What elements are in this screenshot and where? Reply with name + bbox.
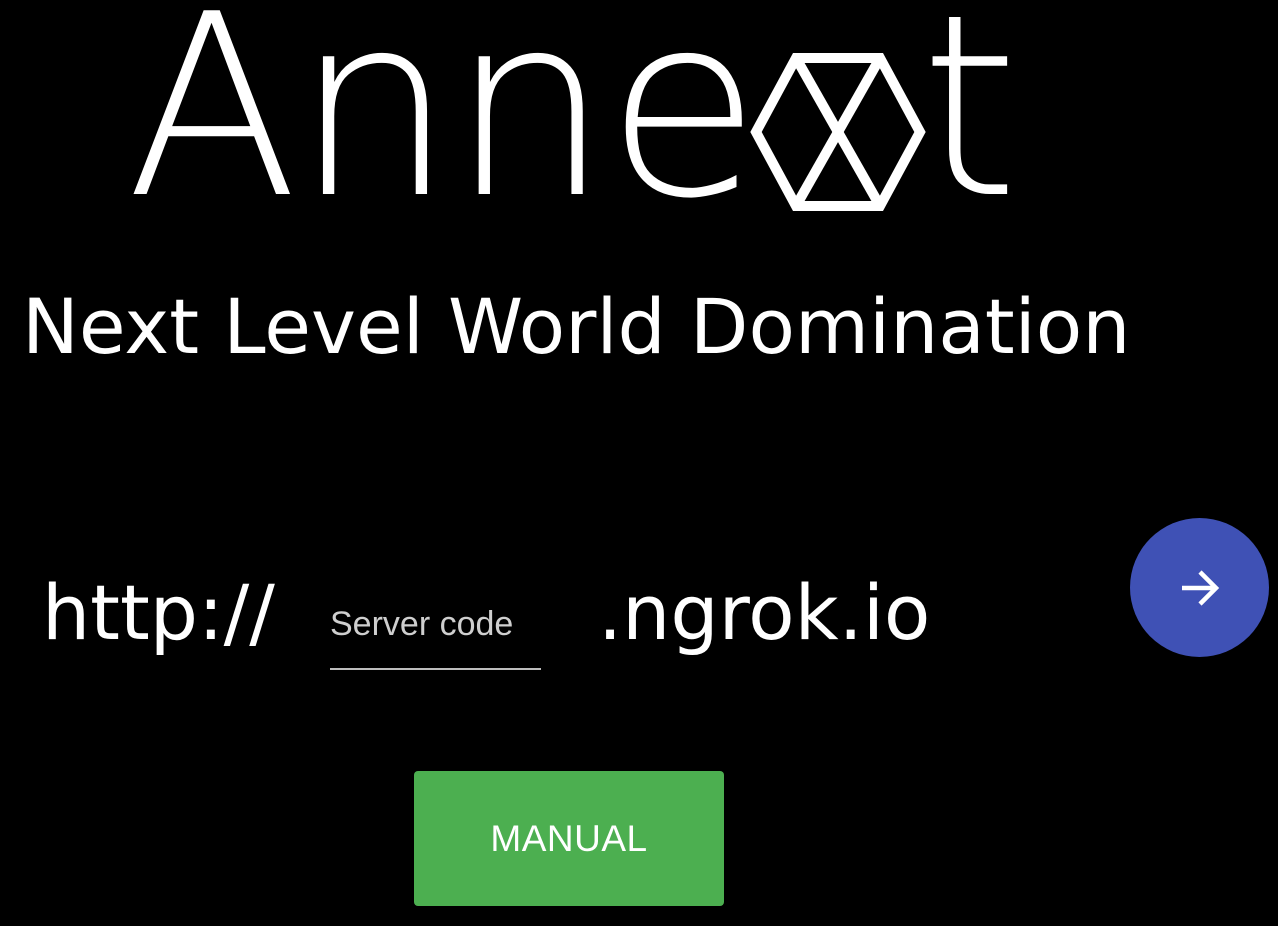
- manual-button[interactable]: MANUAL: [414, 771, 724, 906]
- logo-text-start: Anne: [126, 0, 761, 254]
- server-code-input[interactable]: [330, 580, 541, 670]
- server-url-row: http:// .ngrok.io: [0, 540, 1278, 680]
- url-prefix: http://: [42, 568, 275, 657]
- arrow-right-icon: [1181, 569, 1219, 606]
- connect-button[interactable]: [1130, 518, 1269, 657]
- tagline: Next Level World Domination: [22, 282, 1131, 371]
- app-logo: Anne t: [120, 0, 1020, 234]
- logo-text-end: t: [920, 0, 1019, 254]
- logo-text: Anne: [126, 0, 761, 254]
- url-suffix: .ngrok.io: [598, 568, 931, 657]
- hexagon-x-icon: [750, 53, 926, 211]
